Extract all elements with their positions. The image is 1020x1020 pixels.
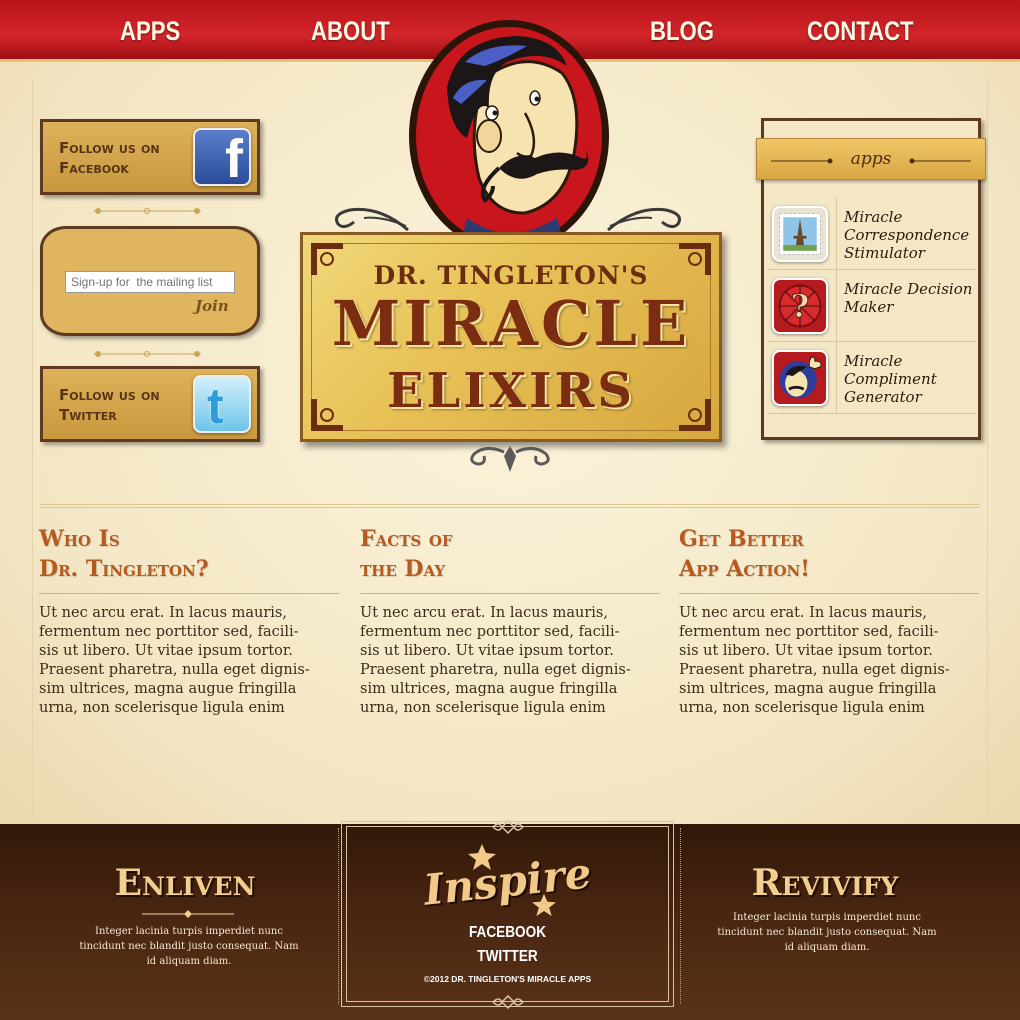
twitter-follow-label: Follow us on Twitter [59, 386, 160, 424]
miracle-elixirs-sign: DR. TINGLETON'S MIRACLE ELIXIRS [300, 232, 722, 442]
sign-title-sub: ELIXIRS [386, 363, 636, 419]
ornament-divider [94, 208, 201, 214]
app-name: Miracle Decision Maker [844, 280, 973, 316]
facebook-follow-label: Follow us on Facebook [59, 139, 160, 177]
question-mark-icon: ? [772, 278, 828, 334]
sign-title-small: DR. TINGLETON'S [373, 261, 649, 290]
column-heading: Facts of the Day [360, 526, 453, 582]
thumbs-up-doctor-icon [772, 350, 828, 406]
column-who-is: Who Is Dr. Tingleton? Ut nec arcu erat. … [39, 524, 339, 718]
footer-dotted-divider [338, 828, 339, 1004]
column-heading: Who Is Dr. Tingleton? [39, 526, 209, 582]
copyright-text: ©2012 DR. TINGLETON'S MIRACLE APPS [423, 974, 592, 984]
footer-enliven-text: Integer lacinia turpis imperdiet nunc ti… [79, 926, 299, 967]
app-row-separator [836, 270, 837, 342]
mailing-list-input[interactable] [65, 271, 235, 293]
footer-revivify-heading: Revivify [751, 862, 899, 904]
footer-facebook-link[interactable]: FACEBOOK [371, 924, 644, 942]
app-row-separator [836, 342, 837, 414]
footer-twitter-link[interactable]: TWITTER [371, 948, 644, 966]
footer-revivify-text: Integer lacinia turpis imperdiet nunc ti… [717, 912, 937, 953]
column-facts: Facts of the Day Ut nec arcu erat. In la… [360, 524, 660, 718]
column-heading: Get Better App Action! [679, 526, 810, 582]
twitter-icon: t [193, 375, 251, 434]
right-flourish-ornament [607, 207, 681, 232]
facebook-follow-button[interactable]: Follow us on Facebook f [40, 119, 260, 195]
svg-text:?: ? [791, 288, 810, 325]
sign-title-main: MIRACLE [331, 287, 691, 360]
nav-about[interactable]: ABOUT [311, 16, 390, 47]
left-flourish-ornament [335, 207, 409, 232]
inspire-panel: Inspire FACEBOOK TWITTER ©2012 DR. TINGL… [341, 819, 674, 1010]
join-button[interactable]: Join [195, 297, 229, 315]
nav-apps[interactable]: APPS [120, 16, 180, 47]
facebook-icon: f [193, 128, 251, 189]
doctor-portrait-logo [409, 20, 609, 256]
app-item-decision-maker[interactable]: ? Miracle Decision Maker [768, 270, 976, 342]
frame-bottom-ornament [492, 994, 524, 1010]
app-item-compliment-generator[interactable]: Miracle Compliment Generator [768, 342, 976, 414]
app-name: Miracle Compliment Generator [844, 352, 937, 406]
column-rule [360, 593, 660, 594]
column-body: Ut nec arcu erat. In lacus mauris, ferme… [679, 605, 950, 716]
enliven-underline-ornament [142, 910, 234, 918]
column-body: Ut nec arcu erat. In lacus mauris, ferme… [360, 605, 631, 716]
sign-bottom-ornament [470, 446, 550, 472]
column-rule [679, 593, 979, 594]
apps-panel-banner: apps [756, 138, 986, 180]
inspire-title: Inspire [421, 848, 594, 915]
footer-enliven-heading: Enliven [114, 862, 256, 904]
app-row-separator [836, 198, 837, 270]
postage-stamp-icon [772, 206, 828, 262]
content-divider [40, 504, 980, 508]
nav-blog[interactable]: BLOG [650, 16, 714, 47]
frame-top-ornament [492, 819, 524, 835]
app-name: Miracle Correspondence Stimulator [844, 208, 970, 262]
column-body: Ut nec arcu erat. In lacus mauris, ferme… [39, 605, 310, 716]
banner-right-rule [909, 158, 971, 164]
column-app-action: Get Better App Action! Ut nec arcu erat.… [679, 524, 979, 718]
footer-dotted-divider [680, 828, 681, 1004]
app-item-correspondence-stimulator[interactable]: Miracle Correspondence Stimulator [768, 198, 976, 270]
twitter-follow-button[interactable]: Follow us on Twitter t [40, 366, 260, 442]
nav-contact[interactable]: CONTACT [807, 16, 914, 47]
column-rule [39, 593, 339, 594]
mailing-list-box: Join [40, 226, 260, 336]
ornament-divider [94, 351, 201, 357]
